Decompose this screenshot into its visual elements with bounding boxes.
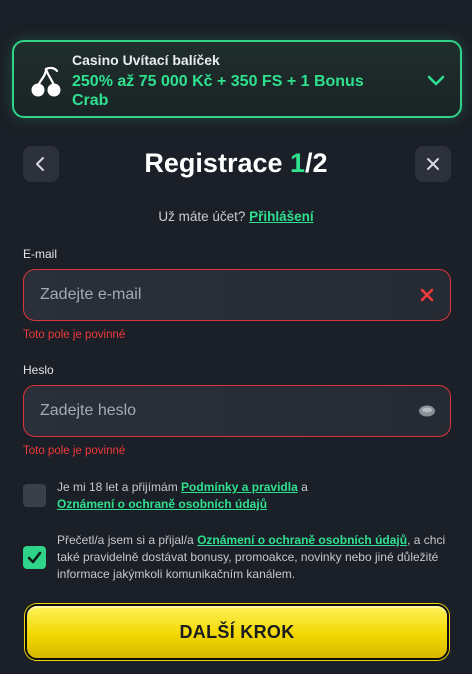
clear-x-icon[interactable] [418, 286, 436, 304]
next-step-button[interactable]: DALŠÍ KROK [25, 604, 449, 660]
password-field-wrapper [23, 385, 451, 437]
privacy-link-2[interactable]: Oznámení o ochraně osobních údajů [197, 533, 407, 547]
password-error: Toto pole je povinné [23, 445, 126, 457]
promo-banner[interactable]: Casino Uvítací balíček 250% až 75 000 Kč… [12, 40, 462, 118]
age-terms-text: Je mi 18 let a přijímám Podmínky a pravi… [57, 479, 447, 513]
privacy-link[interactable]: Oznámení o ochraně osobních údajů [57, 497, 267, 511]
marketing-consent-text: Přečetl/a jsem si a přijal/a Oznámení o … [57, 532, 447, 583]
email-field-wrapper [23, 269, 451, 321]
login-prompt-text: Už máte účet? [158, 209, 246, 224]
step-current: 1 [290, 148, 306, 178]
age-terms-text-part: a [297, 480, 308, 494]
email-label: E-mail [23, 247, 58, 261]
checkmark-icon [27, 551, 42, 564]
step-total: /2 [305, 148, 328, 178]
marketing-text-part: Přečetl/a jsem si a přijal/a [57, 533, 198, 547]
cherry-icon [31, 66, 61, 97]
age-terms-text-part: Je mi 18 let a přijímám [57, 480, 182, 494]
chevron-down-icon[interactable] [424, 68, 448, 92]
terms-link[interactable]: Podmínky a pravidla [181, 480, 298, 494]
email-field[interactable] [24, 270, 450, 320]
promo-title: 250% až 75 000 Kč + 350 FS + 1 Bonus Cra… [72, 73, 364, 109]
password-field[interactable] [24, 386, 450, 436]
eye-icon[interactable] [418, 402, 436, 420]
login-prompt: Už máte účet? Přihlášení [0, 209, 472, 224]
close-button[interactable] [415, 146, 451, 182]
email-error: Toto pole je povinné [23, 329, 126, 341]
page-title: Registrace 1/2 [0, 148, 472, 179]
password-label: Heslo [23, 363, 54, 377]
close-icon [427, 158, 439, 170]
promo-label: Casino Uvítací balíček [72, 52, 220, 68]
marketing-consent-checkbox[interactable] [23, 546, 46, 569]
title-text: Registrace [144, 148, 283, 178]
age-terms-checkbox[interactable] [23, 484, 46, 507]
login-link[interactable]: Přihlášení [249, 209, 314, 224]
